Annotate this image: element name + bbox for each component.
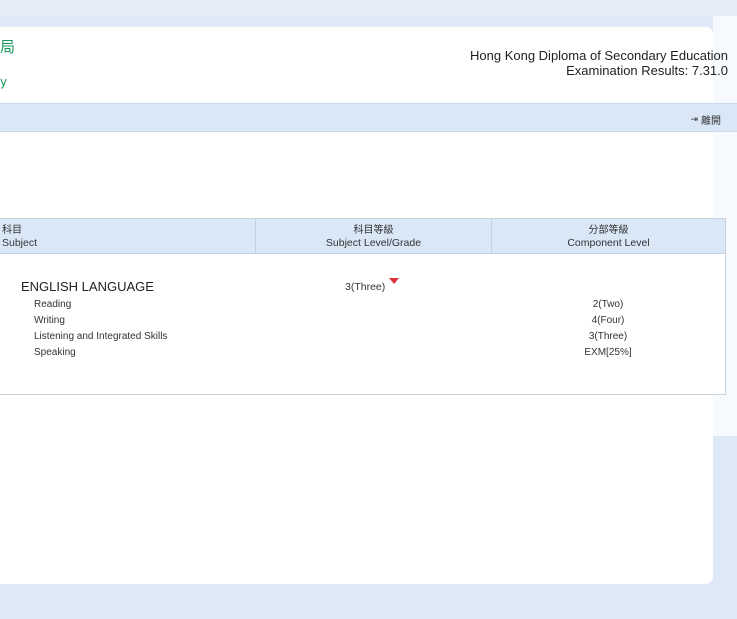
component-name: Speaking <box>34 347 76 358</box>
component-list: Reading Writing Listening and Integrated… <box>34 297 167 361</box>
logout-label: 離開 <box>701 116 721 127</box>
component-level: EXM[25%] <box>584 347 632 358</box>
column-header-component-zh: 分部等級 <box>588 225 629 236</box>
column-header-level: 科目等級 Subject Level/Grade <box>256 219 492 253</box>
component-level: 3(Three) <box>588 331 628 342</box>
column-header-subject: 科目 Subject <box>0 219 256 253</box>
subject-name: ENGLISH LANGUAGE <box>21 279 154 294</box>
top-strip <box>0 0 737 16</box>
component-name: Listening and Integrated Skills <box>34 331 168 342</box>
results-table: 科目 Subject 科目等級 Subject Level/Grade 分部等級… <box>0 218 726 395</box>
subject-grade: 3(Three) <box>345 281 386 293</box>
table-header: 科目 Subject 科目等級 Subject Level/Grade 分部等級… <box>0 219 725 254</box>
toolbar: ⇥ 離開 <box>0 103 737 132</box>
column-header-component-en: Component Level <box>567 237 650 249</box>
grade-expand-icon[interactable] <box>389 278 399 284</box>
component-name: Writing <box>34 315 65 326</box>
column-header-level-zh: 科目等級 <box>353 225 394 236</box>
title-line-2: Examination Results: 7.31.0 <box>566 63 728 78</box>
column-header-component: 分部等級 Component Level <box>492 219 725 253</box>
column-header-subject-en: Subject <box>2 237 38 249</box>
component-levels: 2(Two) 4(Four) 3(Three) EXM[25%] <box>560 297 656 361</box>
component-level: 4(Four) <box>591 315 625 326</box>
logo-glyph: 局 <box>0 38 16 56</box>
column-header-level-en: Subject Level/Grade <box>325 237 422 249</box>
page-title: Hong Kong Diploma of Secondary Education… <box>470 48 728 78</box>
component-level: 2(Two) <box>592 299 624 310</box>
component-name: Reading <box>34 299 72 310</box>
logout-arrow-icon: ⇥ <box>690 114 698 125</box>
title-line-1: Hong Kong Diploma of Secondary Education <box>470 48 728 63</box>
logo-subtext: y <box>0 75 8 89</box>
column-header-subject-zh: 科目 <box>2 225 22 236</box>
logout-button[interactable]: ⇥ 離開 <box>690 112 721 128</box>
